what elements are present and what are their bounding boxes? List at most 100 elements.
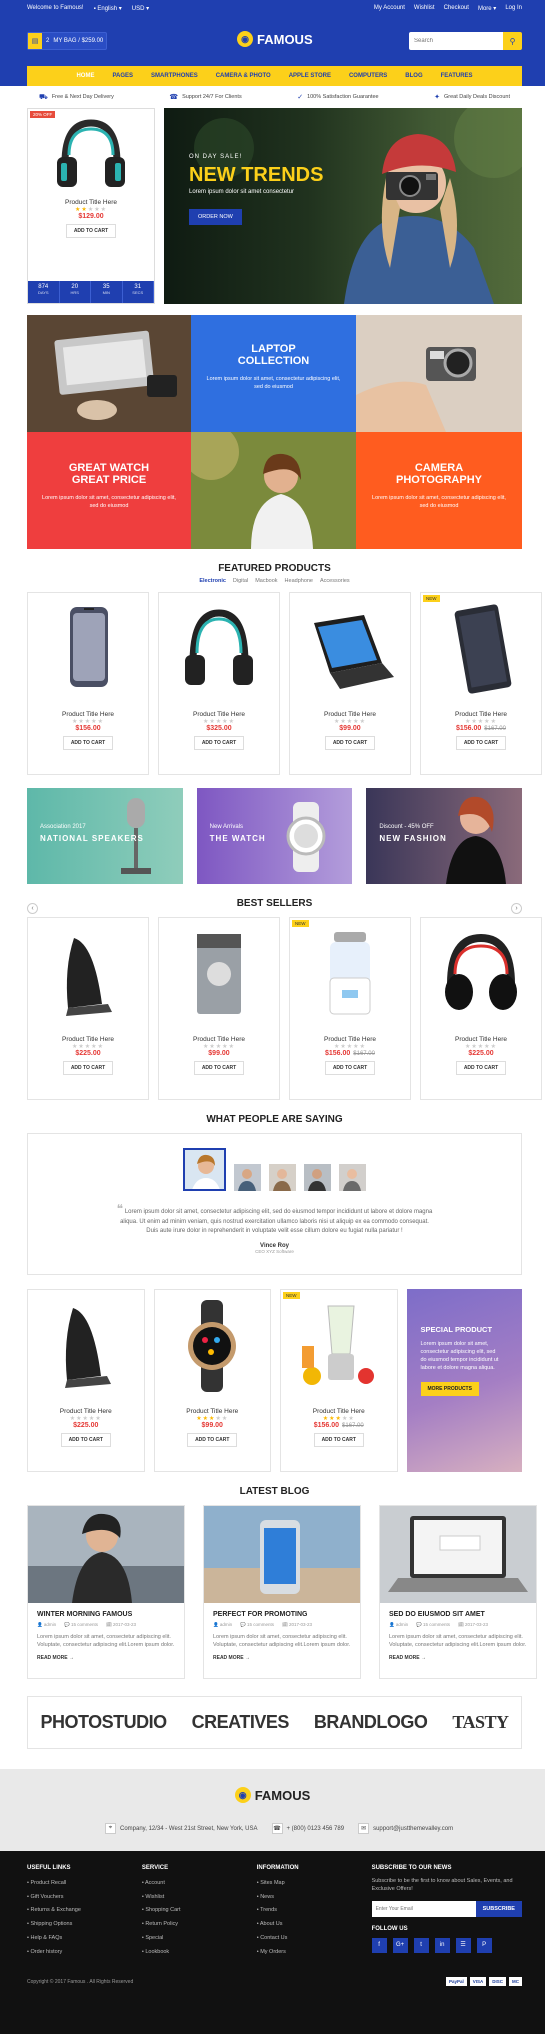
email-input[interactable] xyxy=(371,1901,476,1917)
add-to-cart-button[interactable]: ADD TO CART xyxy=(187,1433,238,1447)
search-icon[interactable]: ⚲ xyxy=(503,32,522,50)
footer-link[interactable]: • Product Recall xyxy=(27,1877,142,1891)
great-watch-tile[interactable]: GREAT WATCH GREAT PRICE Lorem ipsum dolo… xyxy=(27,432,191,549)
laptop-photo-tile[interactable] xyxy=(27,315,191,432)
next-arrow-icon[interactable]: › xyxy=(511,903,522,914)
footer-link[interactable]: • About Us xyxy=(257,1918,372,1932)
tab-digital[interactable]: Digital xyxy=(233,578,248,584)
product-title[interactable]: Product Title Here xyxy=(28,1036,148,1043)
add-to-cart-button[interactable]: ADD TO CART xyxy=(324,1061,376,1075)
product-card[interactable]: NEW Product Title Here ★★★★★ $156.00 $167… xyxy=(420,592,542,775)
product-card[interactable]: Product Title Here ★★★★★ $99.00 ADD TO C… xyxy=(153,1289,271,1472)
brand-logo[interactable]: CREATIVES xyxy=(192,1712,290,1733)
tab-macbook[interactable]: Macbook xyxy=(255,578,277,584)
footer-link[interactable]: • Special xyxy=(142,1932,257,1946)
footer-link[interactable]: • Shopping Cart xyxy=(142,1904,257,1918)
camera-hands-tile[interactable] xyxy=(356,315,522,432)
brand-logo[interactable]: PHOTOSTUDIO xyxy=(40,1712,167,1733)
footer-link[interactable]: • Help & FAQs xyxy=(27,1932,142,1946)
footer-link[interactable]: • Sites Map xyxy=(257,1877,372,1891)
product-card[interactable]: Product Title Here ★★★★★ $225.00 ADD TO … xyxy=(420,917,542,1100)
language-select[interactable]: ▪ English ▾ xyxy=(94,5,122,12)
rss-icon[interactable]: ☰ xyxy=(455,1938,471,1953)
footer-link[interactable]: • Wishlist xyxy=(142,1891,257,1905)
promo-speakers[interactable]: Association 2017 NATIONAL SPEAKERS xyxy=(27,788,183,884)
add-to-cart-button[interactable]: ADD TO CART xyxy=(62,736,114,750)
footer-link[interactable]: • Return Policy xyxy=(142,1918,257,1932)
read-more-link[interactable]: READ MORE → xyxy=(389,1655,536,1661)
add-to-cart-button[interactable]: ADD TO CART xyxy=(455,736,507,750)
brand-logo[interactable]: TASTY xyxy=(452,1712,509,1733)
footer-link[interactable]: • News xyxy=(257,1891,372,1905)
avatar[interactable] xyxy=(339,1164,366,1191)
nav-blog[interactable]: BLOG xyxy=(396,66,431,86)
hero-banner[interactable]: ON DAY SALE! NEW TRENDS Lorem ipsum dolo… xyxy=(164,108,522,304)
product-card[interactable]: Product Title Here ★★★★★ $156.00 ADD TO … xyxy=(27,592,149,775)
brand-logo[interactable]: BRANDLOGO xyxy=(314,1712,428,1733)
nav-computers[interactable]: COMPUTERS xyxy=(340,66,396,86)
product-title[interactable]: Product Title Here xyxy=(155,1408,271,1415)
nav-home[interactable]: HOME xyxy=(67,66,103,86)
footer-email[interactable]: ✉ support@justthemevalley.com xyxy=(358,1823,453,1834)
tab-accessories[interactable]: Accessories xyxy=(320,578,350,584)
prev-arrow-icon[interactable]: ‹ xyxy=(27,903,38,914)
blog-card[interactable]: WINTER MORNING FAMOUS 👤 admin 💬 15 commen… xyxy=(27,1505,185,1679)
product-card[interactable]: Product Title Here ★★★★★ $225.00 ADD TO … xyxy=(27,1289,145,1472)
login-link[interactable]: Log In xyxy=(505,5,522,12)
product-title[interactable]: Product Title Here xyxy=(159,711,279,718)
pinterest-icon[interactable]: P xyxy=(476,1938,492,1953)
product-title[interactable]: Product Title Here xyxy=(421,711,541,718)
product-card[interactable]: NEW Product Title Here ★★★★★ $156.00 $167… xyxy=(289,917,411,1100)
footer-link[interactable]: • Shipping Options xyxy=(27,1918,142,1932)
headphone-image[interactable] xyxy=(51,115,131,193)
my-account-link[interactable]: My Account xyxy=(374,5,405,12)
product-card[interactable]: Product Title Here ★★★★★ $99.00 ADD TO C… xyxy=(158,917,280,1100)
woman-photo-tile[interactable] xyxy=(191,432,356,549)
promo-watch[interactable]: New Arrivals THE WATCH xyxy=(196,788,353,884)
wishlist-link[interactable]: Wishlist xyxy=(414,5,435,12)
product-title[interactable]: Product Title Here xyxy=(421,1036,541,1043)
logo[interactable]: ◉ FAMOUS xyxy=(237,31,313,47)
blog-post-title[interactable]: WINTER MORNING FAMOUS xyxy=(37,1611,184,1618)
linkedin-icon[interactable]: in xyxy=(434,1938,450,1953)
read-more-link[interactable]: READ MORE → xyxy=(213,1655,360,1661)
add-to-cart-button[interactable]: ADD TO CART xyxy=(65,224,117,238)
product-title[interactable]: Product Title Here xyxy=(290,711,410,718)
read-more-link[interactable]: READ MORE → xyxy=(37,1655,184,1661)
footer-link[interactable]: • Order history xyxy=(27,1946,142,1960)
tab-headphone[interactable]: Headphone xyxy=(285,578,313,584)
avatar[interactable] xyxy=(234,1164,261,1191)
blog-post-title[interactable]: PERFECT FOR PROMOTING xyxy=(213,1611,360,1618)
search-input[interactable] xyxy=(409,32,503,50)
product-card[interactable]: Product Title Here ★★★★★ $225.00 ADD TO … xyxy=(27,917,149,1100)
add-to-cart-button[interactable]: ADD TO CART xyxy=(193,736,245,750)
footer-link[interactable]: • Gift Vouchers xyxy=(27,1891,142,1905)
footer-link[interactable]: • Lookbook xyxy=(142,1946,257,1960)
promo-fashion[interactable]: Discount - 45% OFF NEW FASHION xyxy=(366,788,523,884)
footer-logo[interactable]: ◉ FAMOUS xyxy=(0,1787,545,1803)
product-title[interactable]: Product Title Here xyxy=(281,1408,397,1415)
facebook-icon[interactable]: f xyxy=(371,1938,387,1953)
avatar[interactable] xyxy=(269,1164,296,1191)
avatar[interactable] xyxy=(183,1148,226,1191)
twitter-icon[interactable]: t xyxy=(413,1938,429,1953)
order-now-button[interactable]: ORDER NOW xyxy=(189,209,242,225)
nav-smartphones[interactable]: SMARTPHONES xyxy=(142,66,207,86)
checkout-link[interactable]: Checkout xyxy=(444,5,469,12)
tab-electronic[interactable]: Electronic xyxy=(199,578,226,584)
footer-link[interactable]: • Returns & Exchange xyxy=(27,1904,142,1918)
footer-link[interactable]: • Contact Us xyxy=(257,1932,372,1946)
currency-select[interactable]: USD ▾ xyxy=(132,5,149,12)
add-to-cart-button[interactable]: ADD TO CART xyxy=(324,736,376,750)
product-card[interactable]: Product Title Here ★★★★★ $325.00 ADD TO … xyxy=(158,592,280,775)
google-plus-icon[interactable]: G+ xyxy=(392,1938,408,1953)
blog-card[interactable]: SED DO EIUSMOD SIT AMET 👤 admin 💬 15 comm… xyxy=(379,1505,537,1679)
footer-link[interactable]: • Trends xyxy=(257,1904,372,1918)
product-title[interactable]: Product Title Here xyxy=(290,1036,410,1043)
add-to-cart-button[interactable]: ADD TO CART xyxy=(60,1433,111,1447)
add-to-cart-button[interactable]: ADD TO CART xyxy=(313,1433,364,1447)
avatar[interactable] xyxy=(304,1164,331,1191)
product-title[interactable]: Product Title Here xyxy=(28,1408,144,1415)
laptop-collection-tile[interactable]: LAPTOP COLLECTION Lorem ipsum dolor sit … xyxy=(191,315,356,432)
product-title[interactable]: Product Title Here xyxy=(28,711,148,718)
